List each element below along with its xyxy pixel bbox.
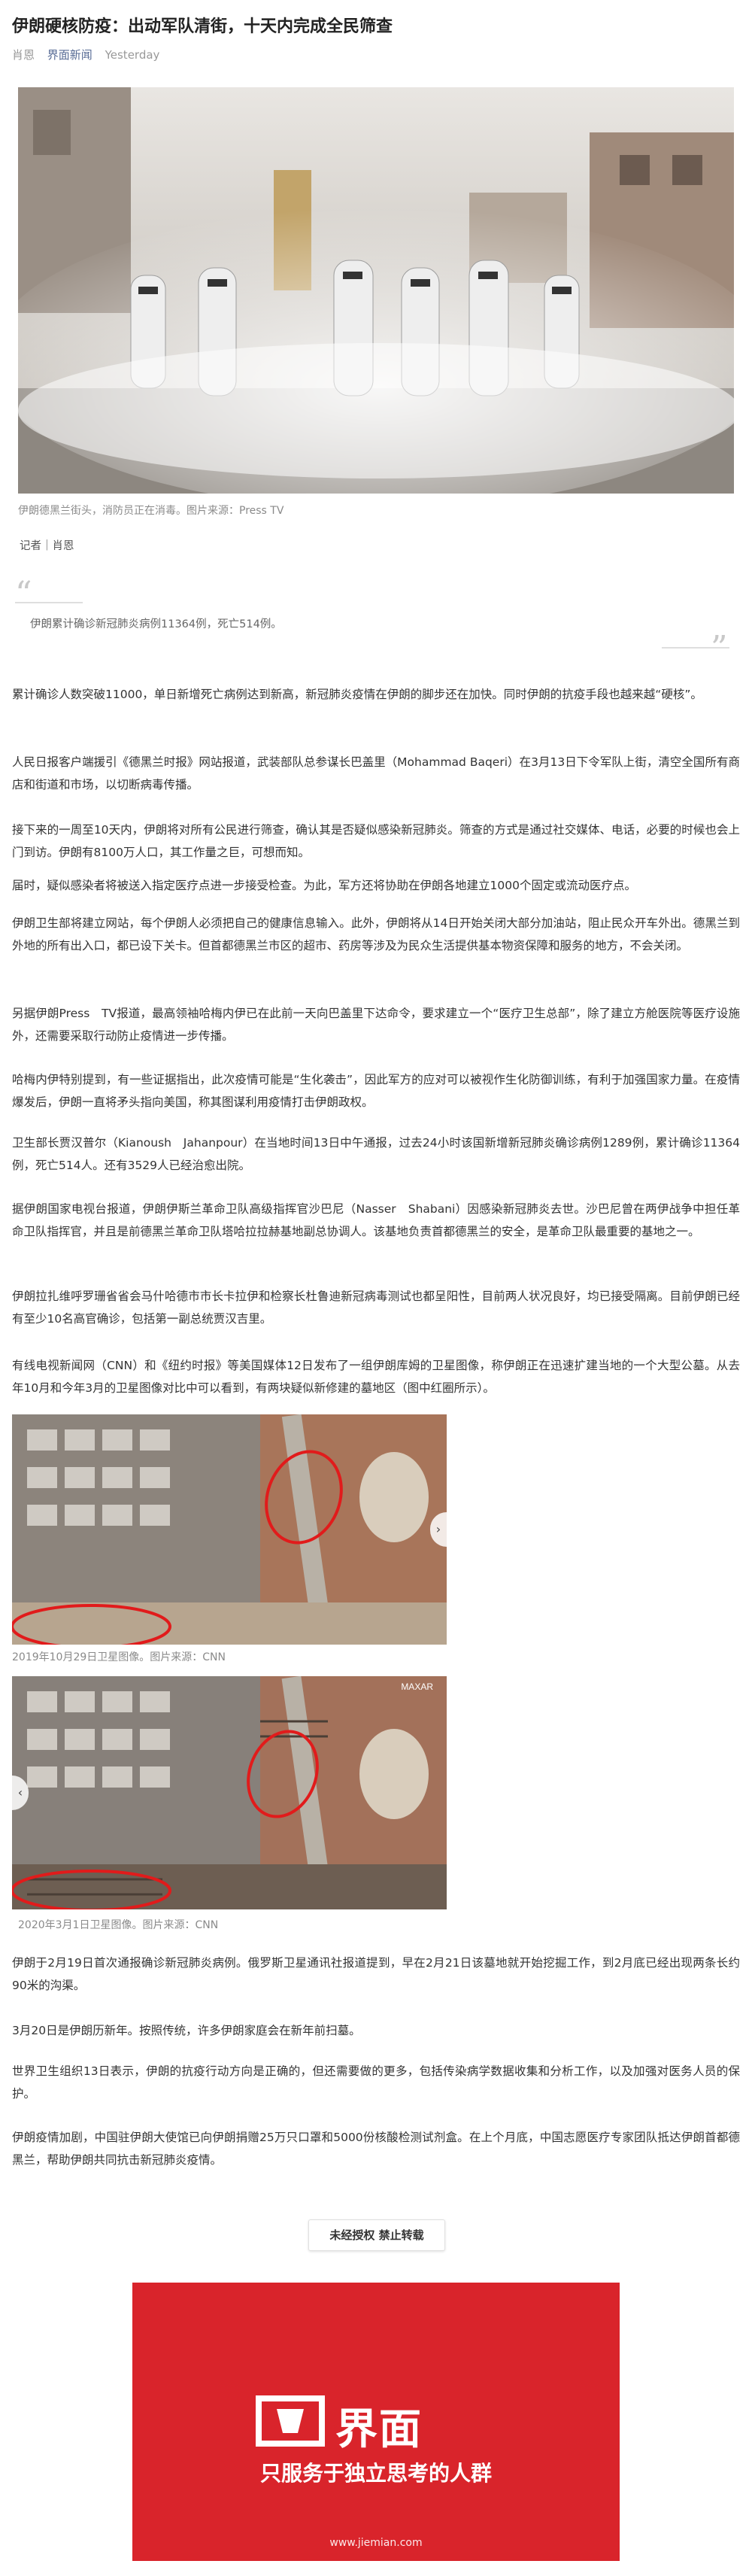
hero-photo xyxy=(18,87,734,494)
quote-top-rule xyxy=(15,602,83,603)
paragraph: 世界卫生组织13日表示，伊朗的抗疫行动方向是正确的，但还需要做的更多，包括传染病… xyxy=(12,2064,740,2101)
promo-slogan: 只服务于独立思考的人群 xyxy=(259,2461,492,2486)
paragraph: 伊朗拉扎维呼罗珊省省会马什哈德市市长卡拉伊和检察长杜鲁迪新冠病毒测试也都呈阳性，… xyxy=(12,1290,740,1326)
reporter-credit: 记者｜肖恩 xyxy=(20,540,74,552)
promo-url[interactable]: www.jiemian.com xyxy=(132,2537,620,2549)
satellite-caption-2019: 2019年10月29日卫星图像。图片来源：CNN xyxy=(12,1651,226,1663)
open-quote-icon: “ xyxy=(15,575,32,613)
article-page: 伊朗硬核防疫：出动军队清街，十天内完成全民筛查 肖恩 界面新闻 Yesterda… xyxy=(0,0,752,2576)
paragraph: 另据伊朗Press TV报道，最高领袖哈梅内伊已在此前一天向巴盖里下达命令，要求… xyxy=(12,1007,740,1043)
pull-quote: 伊朗累计确诊新冠肺炎病例11364例，死亡514例。 xyxy=(30,618,282,630)
article-meta: 肖恩 界面新闻 Yesterday xyxy=(12,47,168,62)
watermark: MAXAR xyxy=(401,1681,433,1692)
paragraph: 卫生部长贾汉普尔（Kianoush Jahanpour）在当地时间13日中午通报… xyxy=(12,1136,740,1172)
paragraph: 伊朗于2月19日首次通报确诊新冠肺炎病例。俄罗斯卫星通讯社报道提到，早在2月21… xyxy=(12,1956,740,1992)
satellite-image-2020: MAXAR ‹ xyxy=(12,1676,447,1909)
satellite-caption-2020: 2020年3月1日卫星图像。图片来源：CNN xyxy=(18,1919,219,1931)
author-name: 肖恩 xyxy=(12,48,35,62)
paragraph: 接下来的一周至10天内，伊朗将对所有公民进行筛查，确认其是否疑似感染新冠肺炎。筛… xyxy=(12,823,740,859)
source-link[interactable]: 界面新闻 xyxy=(47,48,92,62)
copyright-notice: 未经授权 禁止转载 xyxy=(308,2219,445,2251)
paragraph: 人民日报客户端援引《德黑兰时报》网站报道，武装部队总参谋长巴盖里（Mohamma… xyxy=(12,755,740,791)
jiemian-logo-icon xyxy=(256,2395,325,2447)
paragraph: 有线电视新闻网（CNN）和《纽约时报》等美国媒体12日发布了一组伊朗库姆的卫星图… xyxy=(12,1359,740,1395)
paragraph: 累计确诊人数突破11000，单日新增死亡病例达到新高，新冠肺炎疫情在伊朗的脚步还… xyxy=(12,688,702,701)
satellite-image-2019: › xyxy=(12,1414,447,1645)
paragraph: 伊朗疫情加剧，中国驻伊朗大使馆已向伊朗捐赠25万只口罩和5000份核酸检测试剂盒… xyxy=(12,2131,740,2167)
article-title: 伊朗硬核防疫：出动军队清街，十天内完成全民筛查 xyxy=(12,17,393,36)
publish-time: Yesterday xyxy=(105,48,160,62)
promo-banner[interactable]: 界面 只服务于独立思考的人群 www.jiemian.com xyxy=(132,2283,620,2561)
promo-brand: 界面 xyxy=(335,2405,423,2454)
paragraph: 届时，疑似感染者将被送入指定医疗点进一步接受检查。为此，军方还将协助在伊朗各地建… xyxy=(12,879,636,892)
paragraph: 据伊朗国家电视台报道，伊朗伊斯兰革命卫队高级指挥官沙巴尼（Nasser Shab… xyxy=(12,1202,740,1238)
hero-caption: 伊朗德黑兰街头，消防员正在消毒。图片来源：Press TV xyxy=(18,505,284,517)
paragraph: 伊朗卫生部将建立网站，每个伊朗人必须把自己的健康信息输入。此外，伊朗将从14日开… xyxy=(12,916,740,952)
close-quote-icon: ” xyxy=(711,629,728,667)
paragraph: 哈梅内伊特别提到，有一些证据指出，此次疫情可能是“生化袭击”，因此军方的应对可以… xyxy=(12,1073,740,1109)
paragraph: 3月20日是伊朗历新年。按照传统，许多伊朗家庭会在新年前扫墓。 xyxy=(12,2024,361,2037)
